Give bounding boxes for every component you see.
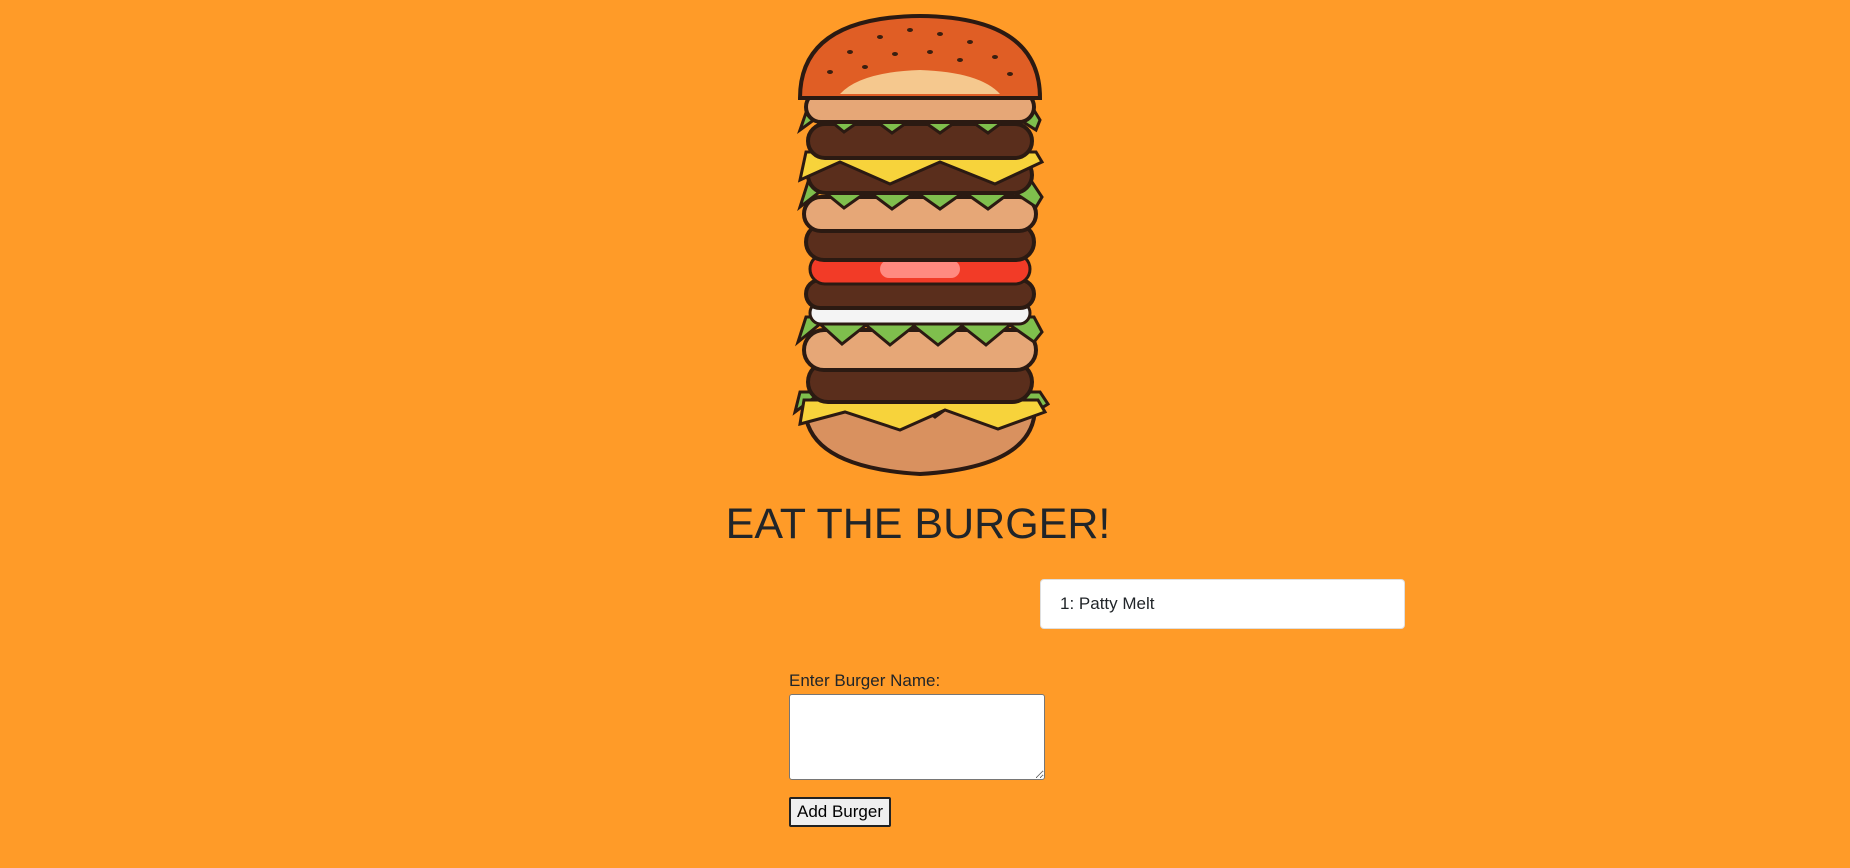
burger-list-item[interactable]: 1: Patty Melt [1040, 579, 1405, 629]
burger-list: 1: Patty Melt [1040, 579, 1405, 629]
page-title: EAT THE BURGER! [725, 500, 1111, 548]
burger-name-label: Enter Burger Name: [789, 671, 941, 690]
burger-illustration [792, 13, 1051, 477]
burger-name-input[interactable] [789, 694, 1045, 780]
add-burger-form: Enter Burger Name: Add Burger [789, 671, 1049, 827]
add-burger-button[interactable]: Add Burger [789, 797, 891, 827]
